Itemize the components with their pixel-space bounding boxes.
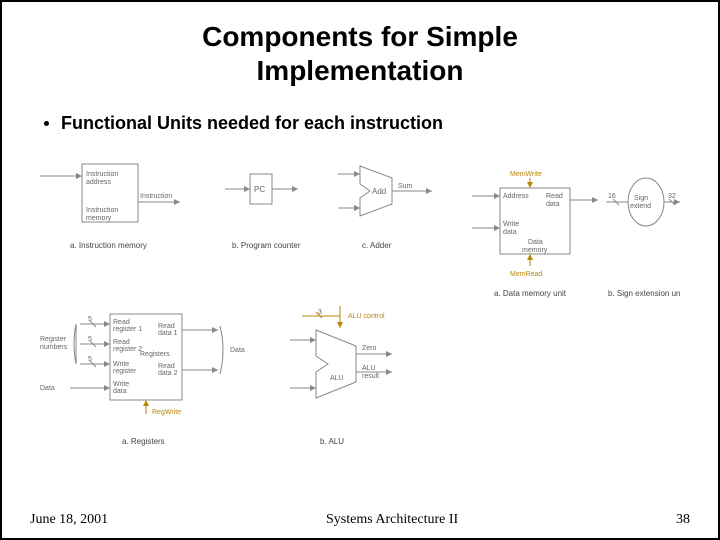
memwrite-label: MemWrite (510, 171, 542, 178)
svg-text:Data: Data (528, 239, 543, 246)
slide-title: Components for Simple Implementation (30, 20, 690, 87)
caption-c: c. Adder (362, 241, 392, 250)
caption-b2: b. Sign extension unit (608, 289, 680, 298)
svg-text:Registers: Registers (140, 351, 170, 358)
sign-extend-block: Sign extend 16 32 b. Sign extension unit (606, 178, 680, 298)
svg-text:data 2: data 2 (158, 370, 178, 377)
svg-text:register: register (113, 368, 137, 375)
regwrite-label: RegWrite (152, 409, 181, 416)
registers-block: Register numbers Read register 1 Read re… (40, 314, 245, 446)
diagram-area: Instruction address Instruction memory I… (40, 156, 680, 456)
svg-text:Add: Add (372, 187, 386, 196)
svg-text:result: result (362, 373, 379, 380)
svg-text:Read: Read (158, 323, 175, 330)
instruction-memory-block: Instruction address Instruction memory I… (40, 164, 180, 250)
data-memory-block: MemWrite Address Read data Write data Da… (472, 171, 598, 298)
svg-text:ALU: ALU (362, 365, 376, 372)
svg-text:Read: Read (158, 363, 175, 370)
svg-text:data: data (503, 229, 517, 236)
svg-text:numbers: numbers (40, 344, 68, 351)
svg-text:Zero: Zero (362, 345, 377, 352)
svg-text:Read: Read (113, 339, 130, 346)
footer-page: 38 (676, 512, 690, 528)
svg-text:extend: extend (630, 203, 651, 210)
svg-text:Write: Write (113, 381, 129, 388)
memread-label: MemRead (510, 271, 542, 278)
svg-text:data: data (113, 388, 127, 395)
svg-text:Instruction: Instruction (86, 207, 118, 214)
svg-text:Write: Write (113, 361, 129, 368)
caption-a1: a. Instruction memory (70, 241, 147, 250)
svg-text:ALU: ALU (330, 375, 344, 382)
caption-a2: a. Data memory unit (494, 289, 567, 298)
svg-text:Sign: Sign (634, 195, 648, 202)
adder-block: Add Sum c. Adder (338, 166, 432, 250)
svg-text:address: address (86, 179, 111, 186)
svg-text:register 2: register 2 (113, 346, 142, 353)
svg-text:Read: Read (546, 193, 563, 200)
caption-a3: a. Registers (122, 437, 165, 446)
footer: June 18, 2001 Systems Architecture II 38 (30, 512, 690, 528)
caption-b3: b. ALU (320, 437, 344, 446)
caption-b1: b. Program counter (232, 241, 301, 250)
svg-text:Address: Address (503, 193, 529, 200)
svg-text:Sum: Sum (398, 183, 413, 190)
svg-text:PC: PC (254, 185, 265, 194)
svg-text:Read: Read (113, 319, 130, 326)
alucontrol-label: ALU control (348, 313, 385, 320)
title-line-2: Implementation (257, 55, 464, 86)
program-counter-block: PC b. Program counter (225, 174, 301, 250)
svg-text:data: data (546, 201, 560, 208)
svg-text:Instruction: Instruction (140, 193, 172, 200)
svg-text:memory: memory (522, 247, 548, 254)
svg-text:memory: memory (86, 215, 112, 222)
title-line-1: Components for Simple (202, 21, 518, 52)
svg-text:register 1: register 1 (113, 326, 142, 333)
svg-text:Write: Write (503, 221, 519, 228)
footer-title: Systems Architecture II (326, 512, 458, 528)
alu-block: 3 ALU control ALU Zero ALU result b. ALU (290, 306, 392, 446)
svg-text:Data: Data (230, 347, 245, 354)
diagram-svg: Instruction address Instruction memory I… (40, 156, 680, 456)
bullet-icon (44, 121, 49, 126)
svg-text:data 1: data 1 (158, 330, 178, 337)
bullet-item: Functional Units needed for each instruc… (44, 113, 690, 134)
footer-date: June 18, 2001 (30, 512, 108, 528)
svg-text:Instruction: Instruction (86, 171, 118, 178)
svg-text:Data: Data (40, 385, 55, 392)
svg-text:Register: Register (40, 336, 67, 343)
svg-text:16: 16 (608, 193, 616, 200)
bullet-text: Functional Units needed for each instruc… (61, 113, 443, 134)
slide: Components for Simple Implementation Fun… (0, 0, 720, 540)
